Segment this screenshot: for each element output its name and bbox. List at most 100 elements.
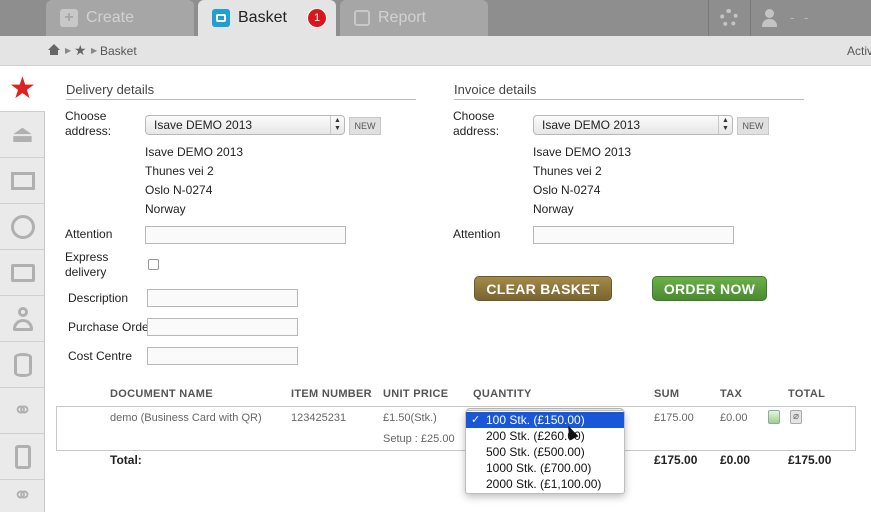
purchase-order-field[interactable] (147, 318, 298, 336)
inbox-tray-icon: ⏏ (11, 120, 34, 148)
invoice-attention-field[interactable] (533, 226, 734, 244)
delivery-address-selected: Isave DEMO 2013 (154, 118, 253, 132)
row-tax: £0.00 (720, 412, 748, 424)
totals-label: Total: (110, 453, 142, 467)
invoice-address-selected: Isave DEMO 2013 (542, 118, 641, 132)
basket-count-badge: 1 (308, 9, 326, 27)
row-document-name[interactable]: demo (Business Card with QR) (110, 412, 262, 424)
user-name[interactable]: - - (790, 10, 811, 25)
row-sum: £175.00 (654, 412, 694, 424)
column-header-quantity: QUANTITY (473, 388, 532, 400)
totals-total: £175.00 (788, 453, 832, 467)
gear-icon[interactable] (720, 9, 738, 27)
totals-sum: £175.00 (654, 453, 698, 467)
column-header-document-name: DOCUMENT NAME (110, 388, 213, 400)
divider (66, 99, 416, 100)
user-icon[interactable] (760, 8, 780, 28)
breadcrumb-current: Basket (100, 44, 137, 58)
sidebar-item-mail[interactable] (0, 158, 45, 204)
delivery-address-select[interactable]: Isave DEMO 2013 ▲ ▼ (145, 115, 345, 135)
delivery-attention-label: Attention (65, 227, 113, 241)
delivery-address-line: Oslo N-0274 (145, 183, 213, 197)
home-icon[interactable] (48, 44, 60, 56)
quantity-option[interactable]: 200 Stk. (£260.00) (466, 428, 624, 444)
tab-basket-label: Basket (238, 9, 287, 26)
sidebar-item-favourites[interactable]: ★ (0, 66, 45, 112)
divider (708, 0, 709, 36)
delivery-choose-address-label: Choose address: (65, 109, 112, 138)
invoice-new-address-button[interactable]: NEW (737, 117, 769, 135)
plus-icon: + (60, 9, 78, 27)
column-header-tax: TAX (720, 388, 743, 400)
tab-create[interactable]: + Create (46, 0, 194, 36)
cost-centre-label: Cost Centre (68, 349, 133, 363)
invoice-address-line: Norway (533, 202, 574, 216)
select-arrows-icon: ▲ ▼ (718, 116, 732, 134)
column-header-unit-price: UNIT PRICE (383, 388, 449, 400)
sidebar-item-inbox[interactable]: ⏏ (0, 112, 45, 158)
sidebar-item-contacts[interactable] (0, 296, 45, 342)
delivery-address-line: Isave DEMO 2013 (145, 145, 244, 159)
order-now-button[interactable]: ORDER NOW (652, 276, 767, 301)
invoice-address-select[interactable]: Isave DEMO 2013 ▲ ▼ (533, 115, 733, 135)
checkmark-icon: ✓ (471, 414, 481, 426)
report-icon (354, 10, 370, 26)
delivery-attention-field[interactable] (145, 226, 346, 244)
delivery-address-line: Norway (145, 202, 186, 216)
row-item-number: 123425231 (291, 412, 347, 424)
tab-report[interactable]: Report (340, 0, 488, 36)
paperclip-icon[interactable]: ⌀ (790, 410, 802, 424)
row-setup-price: Setup : £25.00 (383, 433, 455, 445)
person-icon (12, 306, 33, 331)
divider (750, 0, 751, 36)
activity-link[interactable]: Activ (847, 44, 871, 58)
tab-basket[interactable]: Basket 1 (198, 0, 336, 36)
totals-tax: £0.00 (720, 453, 751, 467)
invoice-attention-label: Attention (453, 227, 501, 241)
row-unit-price: £1.50(Stk.) (383, 412, 437, 424)
top-tab-bar: + Create Basket 1 Report - - (0, 0, 871, 36)
select-arrows-icon: ▲ ▼ (330, 116, 344, 134)
quantity-option-label: 2000 Stk. (£1,100.00) (486, 477, 602, 491)
quantity-option[interactable]: 2000 Stk. (£1,100.00) (466, 476, 624, 492)
express-delivery-checkbox[interactable] (148, 259, 159, 270)
tab-report-label: Report (378, 9, 427, 26)
cost-centre-field[interactable] (147, 347, 298, 365)
delivery-details-title: Delivery details (66, 82, 155, 97)
quantity-option-label: 1000 Stk. (£700.00) (486, 461, 592, 475)
column-header-item-number: ITEM NUMBER (291, 388, 372, 400)
star-icon[interactable]: ★ (74, 43, 87, 57)
purchase-order-label: Purchase Order (68, 320, 153, 334)
sidebar-item-network[interactable]: ⚭ (0, 388, 45, 434)
tab-create-label: Create (86, 9, 135, 26)
sidebar-item-database[interactable] (0, 342, 45, 388)
chevron-right-icon: ▶ (65, 46, 72, 55)
delivery-new-address-button[interactable]: NEW (349, 117, 381, 135)
express-delivery-label: Express delivery (65, 250, 109, 279)
quantity-option-label: 500 Stk. (£500.00) (486, 445, 585, 459)
mail-icon (10, 171, 35, 190)
clear-basket-button[interactable]: CLEAR BASKET (474, 276, 612, 301)
network-icon: ⚭ (12, 396, 33, 424)
globe-icon (10, 214, 35, 239)
quantity-option[interactable]: 1000 Stk. (£700.00) (466, 460, 624, 476)
quantity-option[interactable]: ✓ 100 Stk. (£150.00) (466, 412, 624, 428)
chevron-right-icon: ▶ (91, 46, 98, 55)
recycle-bin-icon[interactable] (768, 410, 780, 424)
invoice-address-line: Thunes vei 2 (533, 164, 602, 178)
phone-icon (14, 444, 31, 469)
sidebar-item-phone[interactable] (0, 434, 45, 480)
column-header-sum: SUM (654, 388, 680, 400)
quantity-option[interactable]: 500 Stk. (£500.00) (466, 444, 624, 460)
sidebar-item-network-2[interactable]: ⚭ (0, 480, 45, 512)
quantity-dropdown-list: ✓ 100 Stk. (£150.00) 200 Stk. (£260.00) … (465, 410, 625, 494)
description-field[interactable] (147, 289, 298, 307)
invoice-choose-address-label: Choose address: (453, 109, 500, 138)
sidebar-item-folder[interactable] (0, 250, 45, 296)
divider (454, 99, 804, 100)
basket-icon (212, 9, 230, 27)
star-icon: ★ (9, 71, 36, 105)
sidebar-item-globe[interactable] (0, 204, 45, 250)
invoice-details-title: Invoice details (454, 82, 537, 97)
invoice-address-line: Isave DEMO 2013 (533, 145, 632, 159)
